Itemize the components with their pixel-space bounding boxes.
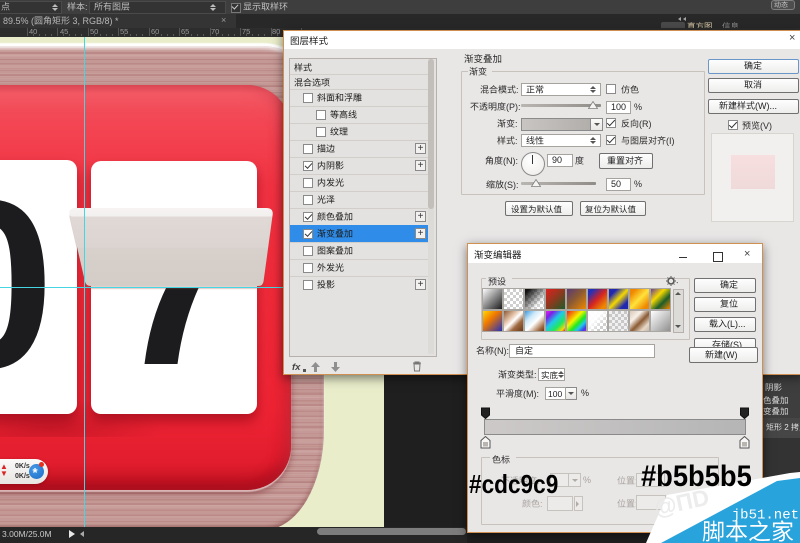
svg-text:0: 0 bbox=[0, 150, 54, 418]
